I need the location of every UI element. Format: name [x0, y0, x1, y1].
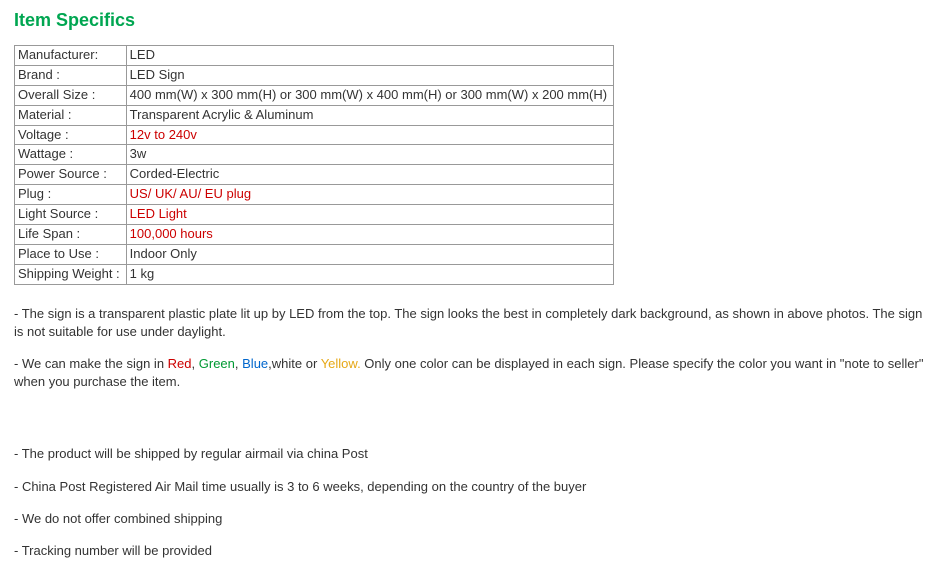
spec-value: 3w	[126, 145, 613, 165]
p2-text-mid: ,white or	[268, 356, 321, 371]
spec-value: 12v to 240v	[126, 125, 613, 145]
spec-value: 400 mm(W) x 300 mm(H) or 300 mm(W) x 400…	[126, 85, 613, 105]
spec-label: Shipping Weight :	[15, 264, 127, 284]
spec-label: Manufacturer:	[15, 46, 127, 66]
table-row: Life Span :100,000 hours	[15, 225, 614, 245]
table-row: Place to Use :Indoor Only	[15, 244, 614, 264]
table-row: Brand :LED Sign	[15, 65, 614, 85]
spec-value: 100,000 hours	[126, 225, 613, 245]
table-row: Plug :US/ UK/ AU/ EU plug	[15, 185, 614, 205]
shipping-paragraph-3: - We do not offer combined shipping	[14, 510, 928, 528]
spec-value: Corded-Electric	[126, 165, 613, 185]
p2-text-pre: - We can make the sign in	[14, 356, 168, 371]
spec-value: 1 kg	[126, 264, 613, 284]
table-row: Power Source :Corded-Electric	[15, 165, 614, 185]
shipping-paragraph-2: - China Post Registered Air Mail time us…	[14, 478, 928, 496]
spec-value: LED Sign	[126, 65, 613, 85]
desc-paragraph-1: - The sign is a transparent plastic plat…	[14, 305, 928, 341]
spec-value: Transparent Acrylic & Aluminum	[126, 105, 613, 125]
table-row: Light Source :LED Light	[15, 205, 614, 225]
spec-value: Indoor Only	[126, 244, 613, 264]
spec-label: Material :	[15, 105, 127, 125]
section-heading: Item Specifics	[14, 10, 928, 31]
table-row: Manufacturer:LED	[15, 46, 614, 66]
spec-label: Overall Size :	[15, 85, 127, 105]
table-row: Wattage :3w	[15, 145, 614, 165]
spec-label: Life Span :	[15, 225, 127, 245]
shipping-paragraph-1: - The product will be shipped by regular…	[14, 445, 928, 463]
color-red-text: Red	[168, 356, 192, 371]
p2-comma-1: ,	[192, 356, 199, 371]
spec-value: LED Light	[126, 205, 613, 225]
desc-paragraph-2: - We can make the sign in Red, Green, Bl…	[14, 355, 928, 391]
spec-label: Power Source :	[15, 165, 127, 185]
table-row: Voltage :12v to 240v	[15, 125, 614, 145]
spec-label: Plug :	[15, 185, 127, 205]
spec-label: Brand :	[15, 65, 127, 85]
color-yellow-text: Yellow.	[321, 356, 361, 371]
shipping-paragraph-4: - Tracking number will be provided	[14, 542, 928, 560]
spec-label: Place to Use :	[15, 244, 127, 264]
specifics-table: Manufacturer:LEDBrand :LED SignOverall S…	[14, 45, 614, 285]
table-row: Overall Size :400 mm(W) x 300 mm(H) or 3…	[15, 85, 614, 105]
spec-label: Voltage :	[15, 125, 127, 145]
table-row: Material :Transparent Acrylic & Aluminum	[15, 105, 614, 125]
spacer	[14, 405, 928, 445]
table-row: Shipping Weight :1 kg	[15, 264, 614, 284]
specifics-tbody: Manufacturer:LEDBrand :LED SignOverall S…	[15, 46, 614, 285]
spec-label: Wattage :	[15, 145, 127, 165]
color-green-text: Green	[199, 356, 235, 371]
spec-label: Light Source :	[15, 205, 127, 225]
spec-value: LED	[126, 46, 613, 66]
color-blue-text: Blue	[242, 356, 268, 371]
spec-value: US/ UK/ AU/ EU plug	[126, 185, 613, 205]
